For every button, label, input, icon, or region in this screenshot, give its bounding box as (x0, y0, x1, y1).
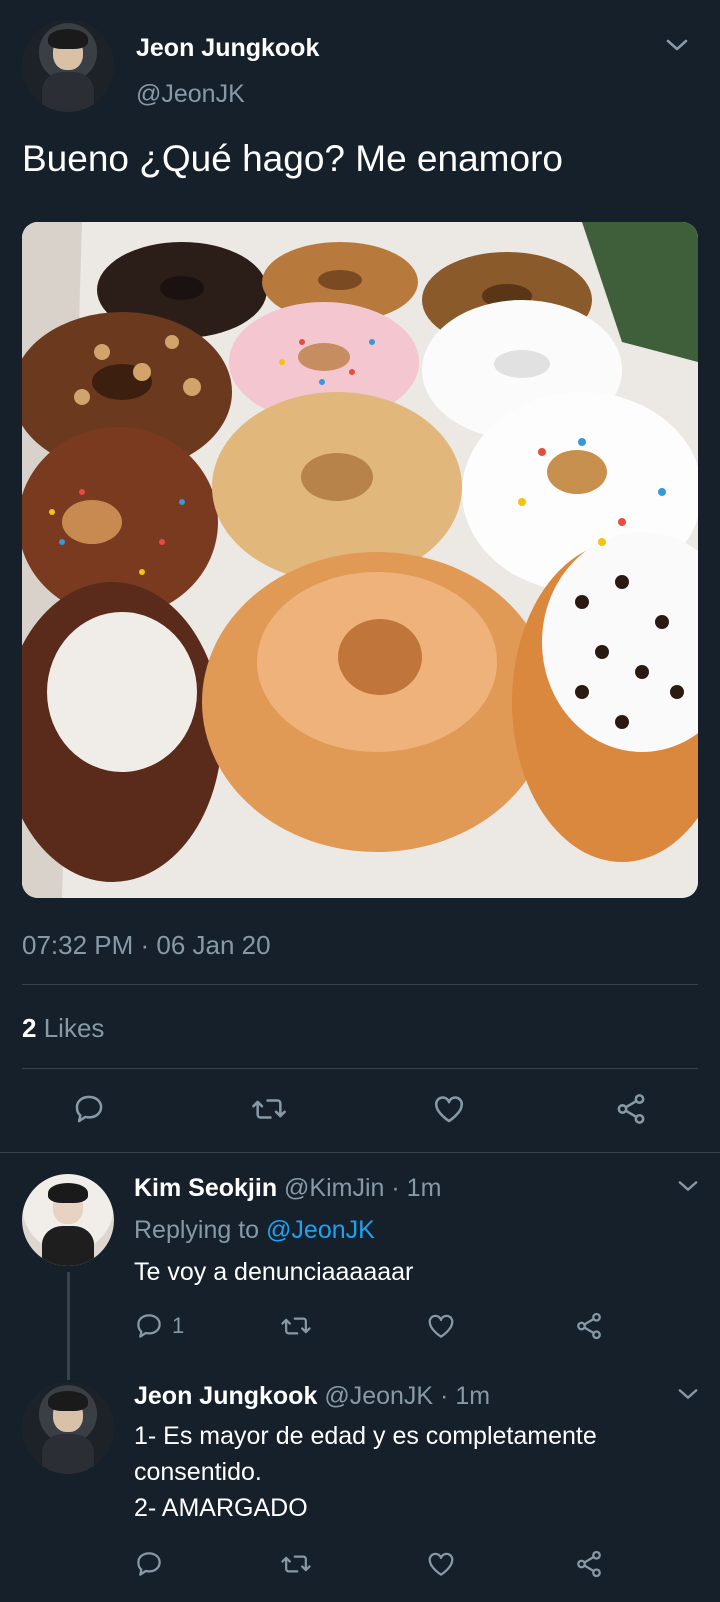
tweet-timestamp: 07:32 PM · 06 Jan 20 (22, 930, 271, 960)
reply-button[interactable] (72, 1092, 106, 1126)
author-handle[interactable]: @KimJin (284, 1174, 384, 1202)
share-button[interactable] (574, 1549, 604, 1579)
reply-header: Jeon Jungkook @JeonJK · 1m (134, 1382, 490, 1411)
reply-text-line: 1- Es mayor de edad y es completamente (134, 1422, 597, 1450)
retweet-icon (281, 1555, 311, 1573)
share-icon (577, 1550, 601, 1578)
share-button[interactable] (574, 1311, 604, 1341)
author-name[interactable]: Jeon Jungkook (136, 34, 319, 63)
chevron-down-icon[interactable] (676, 1384, 700, 1404)
retweet-icon (252, 1099, 286, 1119)
like-icon (428, 1552, 454, 1576)
reply-text-line: consentido. (134, 1458, 262, 1486)
thread-connector (67, 1272, 70, 1380)
divider (22, 984, 698, 985)
replying-to: Replying to @JeonJK (134, 1216, 375, 1245)
reply-header: Kim Seokjin @KimJin · 1m (134, 1174, 441, 1203)
replying-mention-link[interactable]: @JeonJK (266, 1216, 375, 1244)
reply-icon (137, 1552, 161, 1576)
like-icon (434, 1096, 464, 1123)
share-icon (617, 1094, 645, 1124)
like-button[interactable] (432, 1092, 466, 1126)
retweet-icon (281, 1317, 311, 1335)
divider (22, 1068, 698, 1069)
replying-prefix: Replying to (134, 1216, 260, 1244)
likes-count[interactable]: 2 Likes (22, 1013, 104, 1044)
reply-button[interactable]: 1 (134, 1311, 184, 1341)
like-button[interactable] (426, 1549, 456, 1579)
chevron-down-icon[interactable] (676, 1176, 700, 1196)
tweet-photo[interactable] (22, 222, 698, 898)
reply-text: Te voy a denunciaaaaaar (134, 1258, 414, 1286)
like-button[interactable] (426, 1311, 456, 1341)
share-icon (577, 1312, 601, 1340)
reply-time: · 1m (391, 1174, 442, 1202)
author-handle[interactable]: @JeonJK (136, 80, 245, 109)
reply-button[interactable] (134, 1549, 164, 1579)
like-icon (428, 1314, 454, 1338)
donuts-photo-icon (22, 222, 698, 898)
reply-text-line: 2- AMARGADO (134, 1494, 308, 1522)
retweet-button[interactable] (280, 1549, 312, 1579)
reply-count: 1 (172, 1313, 185, 1338)
author-handle[interactable]: @JeonJK (324, 1382, 433, 1410)
reply-time: · 1m (440, 1382, 491, 1410)
chevron-down-icon[interactable] (664, 34, 690, 56)
author-name[interactable]: Kim Seokjin (134, 1174, 277, 1202)
reply-icon (75, 1095, 103, 1123)
divider (0, 1152, 720, 1153)
likes-number: 2 (22, 1013, 37, 1043)
avatar[interactable] (22, 1382, 114, 1474)
share-button[interactable] (614, 1092, 648, 1126)
likes-label: Likes (43, 1013, 105, 1043)
tweet-text: Bueno ¿Qué hago? Me enamoro (22, 138, 563, 179)
avatar[interactable] (22, 20, 114, 112)
author-name[interactable]: Jeon Jungkook (134, 1382, 317, 1410)
retweet-button[interactable] (250, 1092, 288, 1126)
tweet-detail-page: Jeon Jungkook @JeonJK Bueno ¿Qué hago? M… (0, 0, 720, 1602)
reply-icon (137, 1314, 161, 1338)
avatar[interactable] (22, 1174, 114, 1266)
reply-text: 1- Es mayor de edad y es completamente c… (134, 1418, 694, 1526)
retweet-button[interactable] (280, 1311, 312, 1341)
